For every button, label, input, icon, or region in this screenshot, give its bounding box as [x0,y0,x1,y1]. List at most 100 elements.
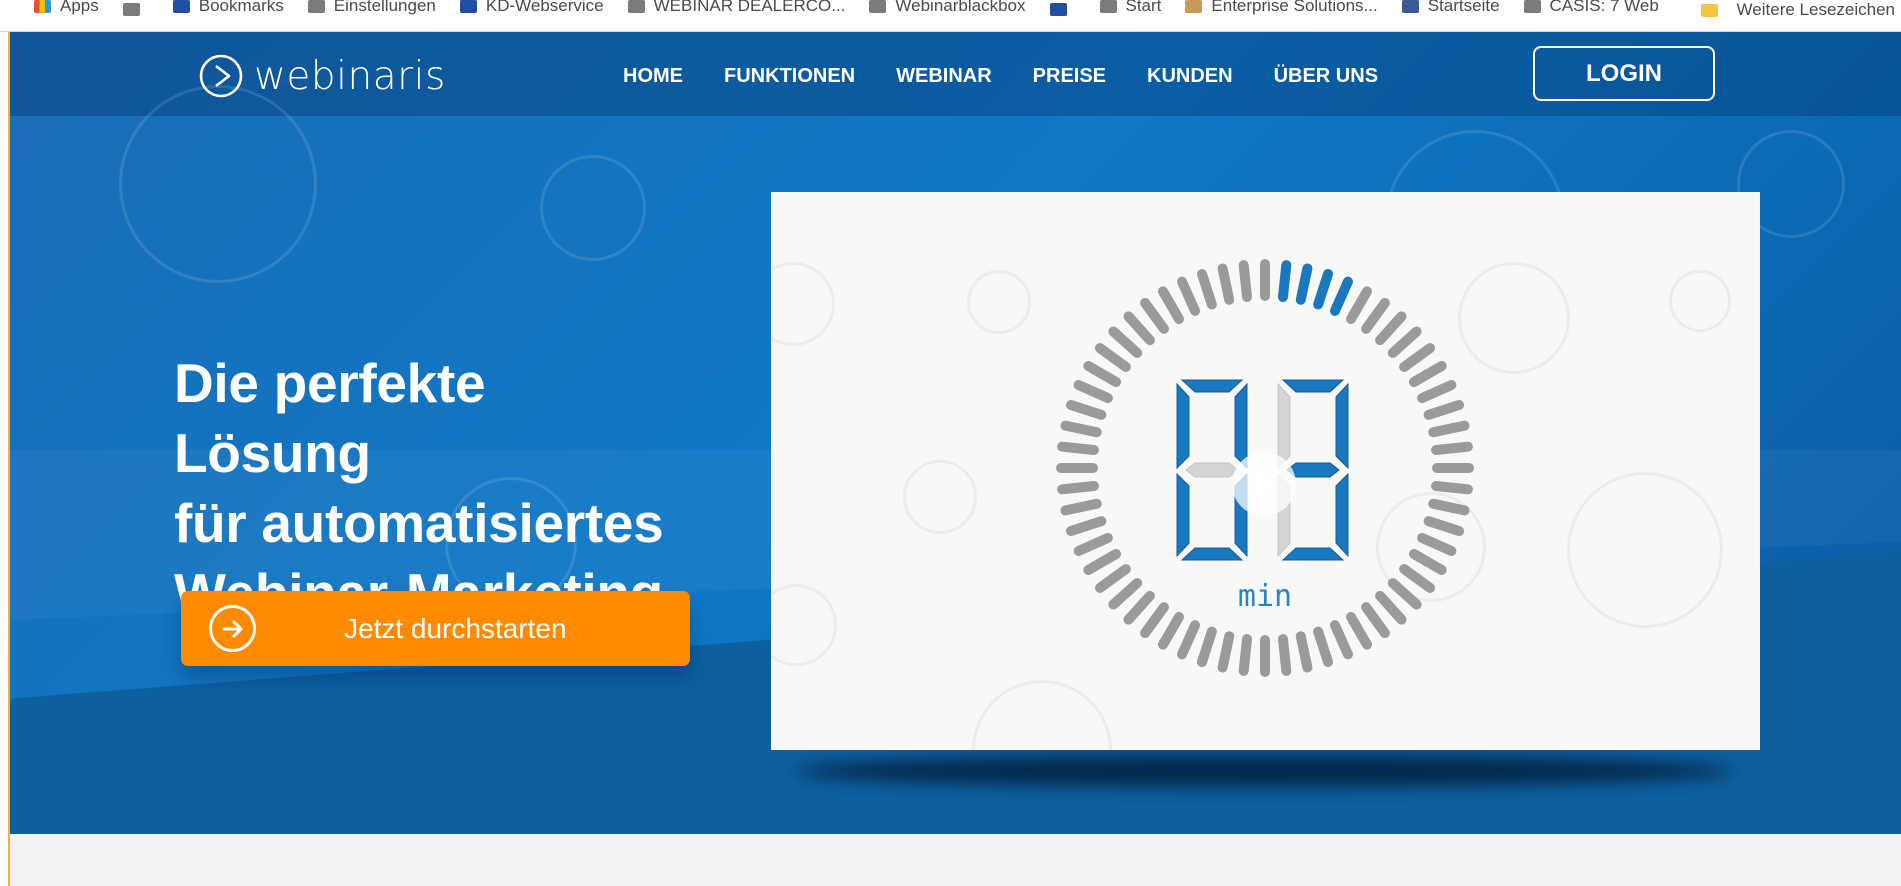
nav-pricing[interactable]: PREISE [1033,65,1106,88]
bookmark-label: Apps [60,0,99,15]
left-edge [0,32,10,886]
countdown-tick [1083,361,1122,387]
bookmark-item[interactable]: Start [1099,0,1162,16]
nav-webinar[interactable]: WEBINAR [896,65,992,88]
play-icon [1254,470,1276,498]
bookmark-item[interactable]: Enterprise Solutions... [1185,0,1378,16]
start-now-button[interactable]: Jetzt durchstarten [181,591,690,666]
countdown-tick [1140,297,1169,334]
nav-functions[interactable]: FUNKTIONEN [724,65,855,88]
countdown-tick [1361,297,1390,334]
countdown-tick [1277,260,1292,302]
arrow-right-circle-icon [209,605,256,652]
video-player[interactable]: min [771,192,1760,750]
hero-headline: Die perfekte Lösung für automatisiertes … [174,348,694,628]
video-background-icon [967,270,1031,334]
countdown-tick [1073,380,1113,404]
nav-home[interactable]: HOME [623,65,683,88]
bookmark-label: Einstellungen [333,0,436,15]
video-background-icon [903,460,977,534]
apps-icon [34,0,51,13]
countdown-tick [1423,516,1465,537]
bookmark-item[interactable]: KD-Webservice [459,0,604,16]
bookmark-item[interactable]: WEBINAR DEALERCO... [627,0,846,16]
countdown-tick [1313,268,1334,310]
bookmark-item[interactable]: Webinarblackbox [869,0,1026,16]
page-icon [869,0,887,13]
countdown-tick [1238,260,1253,302]
countdown-tick [1196,268,1217,310]
countdown-tick [1346,611,1372,650]
countdown-tick [1123,590,1155,625]
other-bookmarks[interactable]: Weitere Lesezeichen [1700,0,1895,20]
folder-icon [1700,3,1718,17]
nav-about-us[interactable]: ÜBER UNS [1274,65,1378,88]
video-background-icon [771,262,835,346]
login-button[interactable]: LOGIN [1533,46,1715,101]
countdown-tick [1196,626,1217,668]
page-icon [1523,0,1541,13]
globe-icon [459,0,477,13]
folder-icon [1185,0,1203,13]
play-button[interactable] [1232,452,1296,516]
bookmark-item[interactable] [1049,3,1076,16]
headline-line: für automatisiertes [174,491,664,554]
countdown-tick [1428,420,1470,438]
bookmark-label: Enterprise Solutions... [1211,0,1378,15]
countdown-tick [1057,480,1099,495]
bookmark-icon [122,3,140,16]
background-logo-icon [540,155,646,261]
page-icon [1099,0,1117,13]
countdown-tick [1177,620,1201,660]
brand-name: webinaris [254,53,446,99]
bookmark-label: WEBINAR DEALERCO... [653,0,846,15]
countdown-tick [1140,602,1169,639]
bookmark-label: Start [1125,0,1162,15]
countdown-tick [1217,631,1235,673]
bookmark-label: KD-Webservice [485,0,604,15]
countdown-tick [1238,634,1253,676]
countdown-tick [1057,441,1099,456]
countdown-caption: min [1238,579,1292,614]
background-logo-icon [119,85,317,283]
bookmark-item[interactable]: CASIS: 7 Web [1523,0,1659,16]
bookmark-apps[interactable]: Apps [34,0,99,16]
countdown-tick [1329,620,1353,660]
countdown-tick [1108,326,1143,358]
nav-links: HOME FUNKTIONEN WEBINAR PREISE KUNDEN ÜB… [623,65,1378,88]
countdown-tick [1417,380,1457,404]
bookmark-item[interactable]: Einstellungen [307,0,436,16]
countdown-tick [1346,286,1372,325]
brand-logo[interactable]: webinaris [198,53,529,99]
arrow-right-icon [222,620,242,637]
countdown-tick [1073,532,1113,556]
countdown-tick [1408,361,1447,387]
countdown-tick [1387,326,1422,358]
browser-window: Apps Bookmarks Einstellungen KD-Webservi… [0,0,1901,886]
countdown-tick [1065,399,1107,420]
headline-line: Die perfekte Lösung [174,351,486,484]
countdown-tick [1431,441,1473,456]
countdown-tick [1060,420,1102,438]
countdown-tick [1094,564,1131,593]
countdown-tick [1428,498,1470,516]
video-background-icon [972,680,1112,750]
countdown-tick [1083,549,1122,575]
countdown-tick [1158,611,1184,650]
bookmark-item[interactable]: Bookmarks [172,0,284,16]
countdown-tick [1060,498,1102,516]
bookmark-item[interactable]: Startseite [1401,0,1500,16]
countdown-tick [1065,516,1107,537]
countdown-tick [1158,286,1184,325]
countdown-tick [1417,532,1457,556]
countdown-tick [1123,311,1155,346]
countdown-tick [1177,276,1201,316]
countdown-tick [1295,631,1313,673]
pin-icon [1049,3,1067,16]
countdown-tick [1108,578,1143,610]
bookmark-item[interactable] [122,3,149,16]
countdown-tick [1094,343,1131,372]
nav-customers[interactable]: KUNDEN [1147,65,1233,88]
bookmark-label: Startseite [1427,0,1500,15]
countdown-tick [1399,343,1436,372]
